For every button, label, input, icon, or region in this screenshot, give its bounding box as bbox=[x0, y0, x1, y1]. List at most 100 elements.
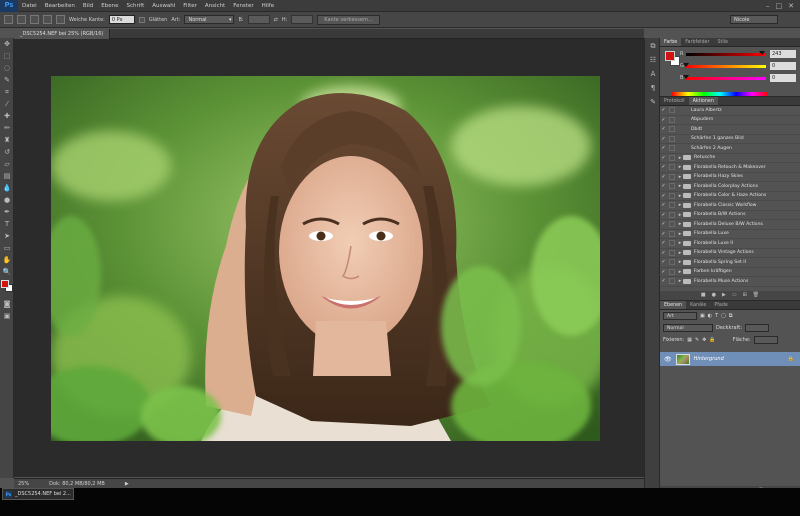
marquee-tool-preset-icon[interactable] bbox=[4, 15, 13, 24]
shape-tool-icon[interactable]: ▭ bbox=[1, 242, 13, 254]
action-item[interactable]: ✓ ▸ Farben kräftigen bbox=[660, 268, 800, 277]
document-photo[interactable] bbox=[51, 76, 600, 441]
marquee-tool-icon[interactable]: ⬚ bbox=[1, 50, 13, 62]
green-slider[interactable]: G 0 bbox=[680, 62, 796, 70]
tab-protokoll[interactable]: Protokoll bbox=[660, 97, 689, 105]
layer-name[interactable]: Hintergrund bbox=[694, 356, 724, 362]
dialog-toggle[interactable] bbox=[669, 278, 675, 285]
dialog-toggle[interactable] bbox=[669, 126, 675, 133]
green-slider-knob[interactable] bbox=[683, 63, 689, 67]
tab-farbfelder[interactable]: Farbfelder bbox=[681, 38, 713, 46]
swap-icon[interactable]: ⇄ bbox=[274, 17, 278, 23]
action-item[interactable]: ✓ Schärfen 2 Augen bbox=[660, 144, 800, 154]
screen-mode-icon[interactable]: ▣ bbox=[1, 310, 13, 322]
document-tab[interactable]: _DSC5254.NEF bei 25% (RGB/16) bbox=[14, 29, 111, 39]
action-item[interactable]: ✓ Schärfen 1 ganzes Bild bbox=[660, 135, 800, 144]
dialog-toggle[interactable] bbox=[669, 173, 675, 180]
action-toggle-checkbox[interactable]: ✓ bbox=[660, 259, 667, 265]
action-toggle-checkbox[interactable]: ✓ bbox=[660, 136, 667, 142]
history-brush-icon[interactable]: ↺ bbox=[1, 146, 13, 158]
action-item[interactable]: ✓ ▸ Florabella Color & Haze Actions bbox=[660, 192, 800, 201]
dialog-toggle[interactable] bbox=[669, 249, 675, 256]
zoom-tool-icon[interactable]: 🔍 bbox=[1, 266, 13, 278]
menu-auswahl[interactable]: Auswahl bbox=[148, 0, 179, 12]
new-selection-icon[interactable] bbox=[17, 15, 26, 24]
action-item[interactable]: ✓ ▸ Florabella Colorplay Actions bbox=[660, 182, 800, 192]
fill-input[interactable] bbox=[753, 336, 778, 344]
action-toggle-checkbox[interactable]: ✓ bbox=[660, 174, 667, 180]
action-item[interactable]: ✓ Dbdt bbox=[660, 125, 800, 135]
action-item[interactable]: ✓ ▸ Florabella Spring Set II bbox=[660, 258, 800, 268]
menu-fenster[interactable]: Fenster bbox=[229, 0, 257, 12]
action-toggle-checkbox[interactable]: ✓ bbox=[660, 278, 667, 284]
brush-presets-icon[interactable]: ✎ bbox=[646, 96, 660, 108]
gradient-tool-icon[interactable]: ▤ bbox=[1, 170, 13, 182]
blend-mode-select[interactable]: Normal bbox=[663, 324, 713, 332]
action-toggle-checkbox[interactable]: ✓ bbox=[660, 117, 667, 123]
red-value[interactable]: 243 bbox=[770, 50, 796, 58]
action-toggle-checkbox[interactable]: ✓ bbox=[660, 164, 667, 170]
dialog-toggle[interactable] bbox=[669, 202, 675, 209]
healing-brush-icon[interactable]: ✚ bbox=[1, 110, 13, 122]
action-item[interactable]: ✓ ▸ Florabella B/W Actions bbox=[660, 211, 800, 220]
workspace-select[interactable]: Nicole bbox=[730, 15, 778, 24]
action-toggle-checkbox[interactable]: ✓ bbox=[660, 250, 667, 256]
dialog-toggle[interactable] bbox=[669, 240, 675, 247]
menu-hilfe[interactable]: Hilfe bbox=[258, 0, 279, 12]
type-tool-icon[interactable]: T bbox=[1, 218, 13, 230]
dialog-toggle[interactable] bbox=[669, 221, 675, 228]
soft-edge-input[interactable]: 0 Px bbox=[108, 15, 135, 24]
lock-all-icon[interactable]: 🔒 bbox=[709, 337, 715, 343]
quick-mask-icon[interactable]: ◙ bbox=[1, 298, 13, 310]
dialog-toggle[interactable] bbox=[669, 116, 675, 123]
dialog-toggle[interactable] bbox=[669, 164, 675, 171]
blue-slider[interactable]: B 0 bbox=[680, 74, 796, 82]
dialog-toggle[interactable] bbox=[669, 183, 675, 190]
lock-position-icon[interactable]: ✥ bbox=[702, 337, 706, 343]
menu-ebene[interactable]: Ebene bbox=[97, 0, 122, 12]
filter-type-icon[interactable]: T bbox=[715, 313, 718, 319]
action-item[interactable]: ✓ ▸ Florabella Luxe bbox=[660, 230, 800, 239]
action-toggle-checkbox[interactable]: ✓ bbox=[660, 212, 667, 218]
canvas-area[interactable] bbox=[14, 39, 644, 477]
action-toggle-checkbox[interactable]: ✓ bbox=[660, 231, 667, 237]
tab-aktionen[interactable]: Aktionen bbox=[688, 97, 718, 105]
width-input[interactable] bbox=[247, 15, 270, 24]
tab-stile[interactable]: Stile bbox=[713, 38, 732, 46]
refine-edge-button[interactable]: Kante verbessern... bbox=[317, 14, 380, 25]
path-selection-icon[interactable]: ➤ bbox=[1, 230, 13, 242]
green-value[interactable]: 0 bbox=[770, 62, 796, 70]
menu-ansicht[interactable]: Ansicht bbox=[201, 0, 229, 12]
dialog-toggle[interactable] bbox=[669, 107, 675, 114]
record-icon[interactable]: ● bbox=[712, 291, 716, 300]
layer-kind-select[interactable]: Art bbox=[663, 312, 697, 320]
move-tool-icon[interactable]: ✥ bbox=[1, 38, 13, 50]
action-item[interactable]: ✓ ▸ Retusche bbox=[660, 154, 800, 163]
action-item[interactable]: ✓ ▸ Florabella Deluxe B/W Actions bbox=[660, 220, 800, 230]
dialog-toggle[interactable] bbox=[669, 211, 675, 218]
tab-ebenen[interactable]: Ebenen bbox=[660, 301, 687, 309]
dialog-toggle[interactable] bbox=[669, 154, 675, 161]
brush-tool-icon[interactable]: ✏ bbox=[1, 122, 13, 134]
panel-foreground-swatch[interactable] bbox=[665, 51, 675, 61]
minimize-button[interactable]: – bbox=[766, 2, 770, 10]
stop-icon[interactable]: ■ bbox=[701, 291, 706, 300]
properties-icon[interactable]: ☷ bbox=[646, 54, 660, 66]
filter-pixel-icon[interactable]: ▣ bbox=[700, 313, 705, 319]
eye-icon[interactable]: 👁 bbox=[664, 356, 672, 363]
action-toggle-checkbox[interactable]: ✓ bbox=[660, 221, 667, 227]
dialog-toggle[interactable] bbox=[669, 230, 675, 237]
action-toggle-checkbox[interactable]: ✓ bbox=[660, 107, 667, 113]
play-icon[interactable]: ▶ bbox=[722, 291, 726, 300]
action-toggle-checkbox[interactable]: ✓ bbox=[660, 202, 667, 208]
style-select[interactable]: Normal bbox=[184, 15, 235, 25]
dialog-toggle[interactable] bbox=[669, 268, 675, 275]
new-action-icon[interactable]: ⊞ bbox=[743, 291, 747, 300]
action-toggle-checkbox[interactable]: ✓ bbox=[660, 126, 667, 132]
action-toggle-checkbox[interactable]: ✓ bbox=[660, 183, 667, 189]
tab-kanaele[interactable]: Kanäle bbox=[686, 301, 710, 309]
menu-schrift[interactable]: Schrift bbox=[122, 0, 148, 12]
quick-selection-icon[interactable]: ✎ bbox=[1, 74, 13, 86]
color-swatches[interactable] bbox=[0, 278, 13, 298]
action-item[interactable]: ✓ ▸ Florabella Luxe II bbox=[660, 239, 800, 249]
